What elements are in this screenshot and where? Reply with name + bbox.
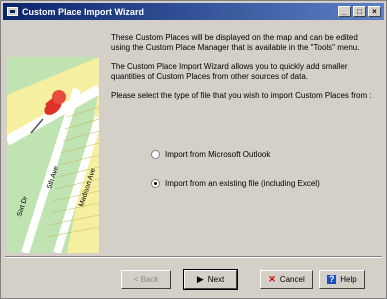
option-existing-file[interactable]: Import from an existing file (including … <box>151 177 320 189</box>
title-bar[interactable]: Custom Place Import Wizard _ □ × <box>3 3 384 20</box>
map-illustration: 5th Ave Madison Ave Sixt Dr <box>7 57 99 253</box>
import-source-options: Import from Microsoft Outlook Import fro… <box>151 148 320 206</box>
prompt-paragraph: Please select the type of file that you … <box>111 91 372 100</box>
description-paragraph: The Custom Place Import Wizard allows yo… <box>111 62 348 81</box>
button-separator <box>5 256 382 258</box>
maximize-button[interactable]: □ <box>353 6 366 17</box>
next-button[interactable]: ▶ Next <box>183 269 238 290</box>
wizard-window: Custom Place Import Wizard _ □ × 5th Ave… <box>0 0 387 299</box>
radio-outlook[interactable] <box>151 149 160 159</box>
window-title: Custom Place Import Wizard <box>22 6 144 17</box>
cancel-button-label: Cancel <box>279 275 305 284</box>
radio-existing-file[interactable] <box>151 178 160 188</box>
play-icon: ▶ <box>196 274 204 284</box>
back-button[interactable]: < Back <box>121 270 171 289</box>
app-icon <box>7 7 18 16</box>
red-x-icon: ✕ <box>268 274 276 284</box>
question-icon: ? <box>327 274 337 284</box>
intro-paragraph: These Custom Places will be displayed on… <box>111 33 360 52</box>
instructions: These Custom Places will be displayed on… <box>111 33 379 110</box>
minimize-button[interactable]: _ <box>338 6 351 17</box>
wizard-body: 5th Ave Madison Ave Sixt Dr These Custom… <box>3 21 384 254</box>
help-button[interactable]: ? Help <box>319 270 365 289</box>
back-button-label: < Back <box>133 275 159 284</box>
button-bar: < Back ▶ Next ✕ Cancel ? Help <box>1 269 387 290</box>
option-outlook-label[interactable]: Import from Microsoft Outlook <box>165 150 270 159</box>
option-existing-file-label[interactable]: Import from an existing file (including … <box>165 179 320 188</box>
cancel-button[interactable]: ✕ Cancel <box>260 270 313 289</box>
next-button-label: Next <box>207 275 225 284</box>
help-button-label: Help <box>340 275 357 284</box>
option-outlook[interactable]: Import from Microsoft Outlook <box>151 148 320 160</box>
close-button[interactable]: × <box>368 6 381 17</box>
